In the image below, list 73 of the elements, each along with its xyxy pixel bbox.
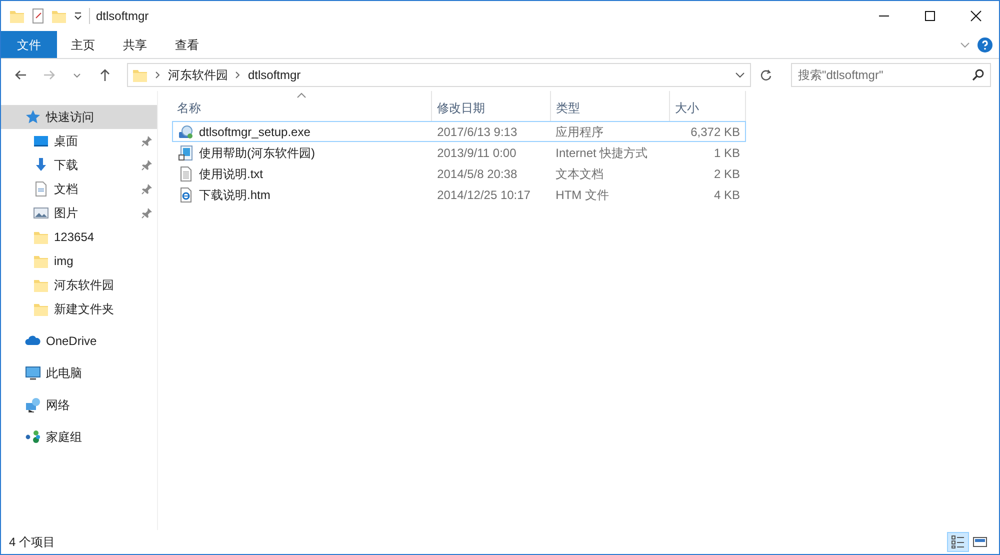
column-header[interactable]: 修改日期 [432,91,551,121]
file-name: 使用说明.txt [199,166,264,182]
sidebar-item[interactable]: OneDrive [1,329,157,353]
folder-icon [33,229,49,245]
sidebar-item[interactable]: 文档 [1,177,157,201]
installer-icon [178,124,194,140]
folder-icon [33,277,49,293]
sidebar-item[interactable]: 123654 [1,225,157,249]
sidebar-item[interactable]: img [1,249,157,273]
file-row[interactable]: 使用帮助(河东软件园) 2013/9/11 0:00 Internet 快捷方式 1 KB [172,142,746,163]
sidebar-item[interactable]: 此电脑 [1,361,157,385]
monitor-icon [25,365,41,381]
window-title: dtlsoftmgr [96,8,149,25]
column-header[interactable]: 类型 [551,91,670,121]
table-cell-text: 2017/6/13 9:13 [436,124,518,140]
sidebar-item[interactable]: 新建文件夹 [1,297,157,321]
picture-icon [33,205,49,221]
desktop-icon [33,133,49,149]
help-icon[interactable] [977,36,993,52]
folder-icon [33,253,49,269]
file-row[interactable]: dtlsoftmgr_setup.exe 2017/6/13 9:13 应用程序 6,372 KB [172,121,746,142]
table-cell-text: 1 KB [712,144,741,162]
folder-icon [9,8,25,24]
refresh-icon [759,68,773,82]
file-name: 使用帮助(河东软件园) [199,144,315,162]
document-icon [33,181,49,197]
file-row[interactable]: 下载说明.htm 2014/12/25 10:17 HTM 文件 4 KB [172,184,746,205]
network-icon [25,397,41,413]
file-row[interactable]: 使用说明.txt 2014/5/8 20:38 文本文档 2 KB [172,163,746,184]
shortcut-icon [178,144,194,160]
table-cell-text: 2014/12/25 10:17 [436,186,532,204]
breadcrumb[interactable]: dtlsoftmgr [248,66,301,84]
file-name: dtlsoftmgr_setup.exe [199,124,310,140]
sidebar-item[interactable]: 下载 [1,153,157,177]
column-header[interactable]: 大小 [670,91,746,121]
sidebar-item[interactable]: 家庭组 [1,425,157,449]
sidebar-item[interactable]: 桌面 [1,129,157,153]
folder-icon [132,67,148,83]
table-cell-text: 应用程序 [554,124,605,140]
chevron-icon [154,70,162,80]
table-cell-text: 2014/5/8 20:38 [436,166,518,182]
text-file-icon [178,166,194,182]
ribbon-tab[interactable]: 共享 [109,31,161,58]
file-tab[interactable]: 文件 [1,31,57,58]
search-field[interactable]: 搜索"dtlsoftmgr" [791,63,991,87]
column-header[interactable]: 名称 [172,91,432,121]
table-cell-text: 6,372 KB [690,124,741,140]
close-icon[interactable] [968,8,984,24]
table-cell-text: 2013/9/11 0:00 [436,144,518,162]
maximize-icon[interactable] [922,8,938,24]
table-cell-text: 2 KB [712,166,741,182]
ribbon-tab[interactable]: 主页 [57,31,109,58]
sidebar-item[interactable]: 图片 [1,201,157,225]
ribbon-tab[interactable]: 查看 [161,31,213,58]
table-cell-text: 4 KB [712,186,741,204]
table-cell-text: HTM 文件 [554,186,610,204]
sidebar-item[interactable]: 快速访问 [1,105,157,129]
properties-icon[interactable] [31,8,45,24]
sidebar-item[interactable]: 河东软件园 [1,273,157,297]
download-arrow-icon [33,157,49,173]
sidebar-item[interactable]: 网络 [1,393,157,417]
table-cell-text: Internet 快捷方式 [554,144,649,162]
web-page-icon [178,186,194,202]
table-cell-text: 文本文档 [554,166,605,182]
homegroup-icon [25,429,41,445]
star-icon [25,109,41,125]
folder-icon [33,301,49,317]
chevron-icon [234,70,242,80]
file-name: 下载说明.htm [199,186,270,204]
status-text: 4 个项目 [9,534,56,551]
search-icon [971,68,985,82]
address-bar[interactable]: 河东软件园 dtlsoftmgr [127,63,751,87]
breadcrumb[interactable]: 河东软件园 [168,66,228,84]
